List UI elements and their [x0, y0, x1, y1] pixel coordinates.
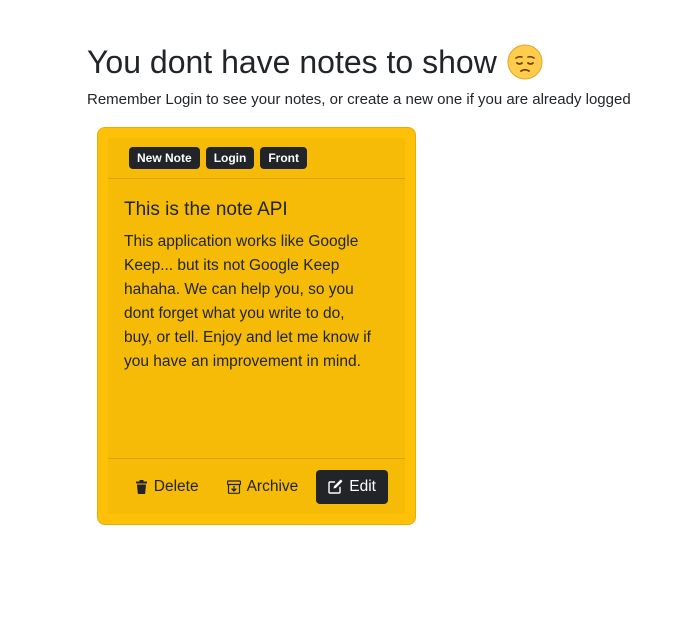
page: You dont have notes to show Remember Log… — [0, 0, 692, 618]
archive-button[interactable]: Archive — [217, 470, 309, 504]
page-title: You dont have notes to show — [87, 44, 497, 80]
edit-label: Edit — [349, 477, 376, 495]
tag-front: Front — [260, 147, 307, 169]
note-card: New Note Login Front This is the note AP… — [97, 127, 416, 525]
trash-icon — [135, 479, 148, 494]
edit-button[interactable]: Edit — [316, 469, 388, 504]
note-card-footer: Delete Archive Edit — [108, 458, 405, 514]
pensive-face-icon — [507, 44, 543, 80]
tag-login: Login — [205, 147, 255, 169]
empty-state-subtitle: Remember Login to see your notes, or cre… — [87, 91, 631, 108]
note-card-inner: New Note Login Front This is the note AP… — [108, 138, 405, 514]
archive-icon — [226, 479, 241, 494]
note-title: This is the note API — [124, 199, 288, 220]
note-text: This application works like Google Keep.… — [124, 233, 371, 370]
empty-state-heading: You dont have notes to show — [87, 40, 543, 84]
delete-button[interactable]: Delete — [125, 470, 209, 504]
delete-label: Delete — [153, 477, 199, 495]
archive-label: Archive — [246, 477, 299, 495]
note-card-header: New Note Login Front — [108, 138, 405, 179]
note-card-body: This is the note API This application wo… — [124, 198, 374, 374]
tag-new-note: New Note — [129, 147, 200, 169]
edit-icon — [328, 479, 343, 494]
